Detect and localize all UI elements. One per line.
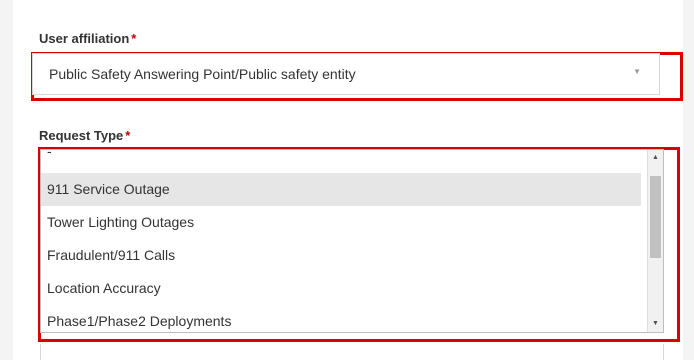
request-type-listbox[interactable]: - 911 Service Outage Tower Lighting Outa… [40,149,664,333]
request-type-label: Request Type * [39,128,130,143]
request-type-label-text: Request Type [39,128,124,143]
listbox-scrollbar[interactable]: ▲ ▼ [647,150,663,332]
next-field-edge [40,344,664,360]
user-affiliation-label-text: User affiliation [39,31,130,46]
user-affiliation-select[interactable]: Public Safety Answering Point/Public saf… [32,53,660,95]
scrollbar-thumb[interactable] [650,176,661,258]
user-affiliation-selected-value: Public Safety Answering Point/Public saf… [49,66,356,82]
option-phase1-phase2-deployments[interactable]: Phase1/Phase2 Deployments [41,305,641,332]
option-tower-lighting-outages[interactable]: Tower Lighting Outages [41,206,641,239]
option-fraudulent-911-calls[interactable]: Fraudulent/911 Calls [41,239,641,272]
option-911-service-outage[interactable]: 911 Service Outage [41,173,641,206]
user-affiliation-label: User affiliation * [39,31,136,46]
scroll-up-arrow-icon[interactable]: ▲ [648,150,663,166]
chevron-down-icon: ▼ [633,67,641,76]
required-asterisk: * [131,31,137,46]
required-asterisk: * [125,128,131,143]
form-card: User affiliation * Public Safety Answerin… [13,0,683,360]
option-location-accuracy[interactable]: Location Accuracy [41,272,641,305]
option-blank[interactable]: - [41,150,641,160]
scroll-down-arrow-icon[interactable]: ▼ [648,316,663,332]
